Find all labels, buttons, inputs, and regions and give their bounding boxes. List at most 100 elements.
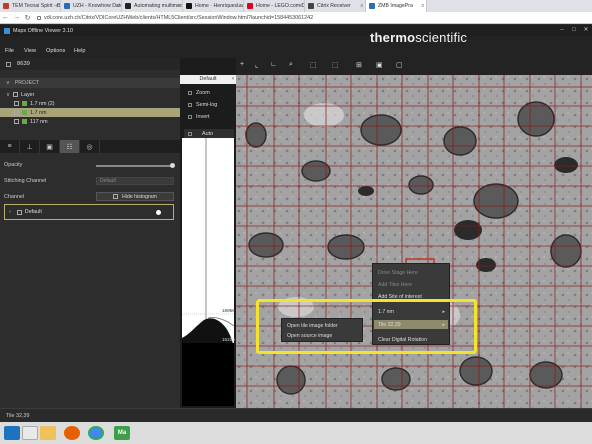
frame-icon[interactable]: ▣ bbox=[376, 61, 383, 69]
close-tab-icon[interactable]: x bbox=[422, 3, 425, 9]
brand-logo: thermoscientific bbox=[370, 30, 467, 45]
layer-checkbox[interactable] bbox=[14, 119, 19, 124]
histogram-option[interactable]: Invert bbox=[188, 114, 209, 120]
chevron-down-icon: ∨ bbox=[6, 80, 10, 86]
layer-row[interactable]: 1.7 nm (2) bbox=[0, 99, 180, 108]
menu-bar: File View Options Help bbox=[0, 36, 592, 58]
app-icon bbox=[4, 27, 10, 34]
histogram-icon bbox=[113, 194, 119, 199]
forward-icon[interactable]: → bbox=[11, 14, 22, 21]
histogram-tab[interactable]: Default bbox=[180, 75, 236, 84]
browser-tab[interactable]: Automating multimodal mix bbox=[122, 0, 183, 12]
stitching-channel-select[interactable]: Default bbox=[96, 177, 174, 185]
menu-file[interactable]: File bbox=[5, 48, 14, 54]
stitching-channel-label: Stitching Channel bbox=[4, 178, 47, 184]
layer-label: 1.7 nm bbox=[30, 109, 47, 116]
browser-tab[interactable]: Citrix Receiver x bbox=[305, 0, 366, 12]
layers-icon[interactable]: ≡ bbox=[0, 140, 20, 153]
address-bar: ← → ↻ vdi.core.uzh.ch/Citrix/VDICoreUZHW… bbox=[0, 12, 592, 24]
tab-favicon-icon bbox=[3, 3, 9, 9]
layer-row[interactable]: 1.7 nm bbox=[0, 108, 180, 117]
close-tab-icon[interactable]: x bbox=[239, 3, 242, 9]
histogram-option[interactable]: Semi-log bbox=[188, 102, 217, 108]
menu-help[interactable]: Help bbox=[74, 48, 86, 54]
close-icon[interactable]: ✕ bbox=[580, 25, 592, 36]
collapse-icon[interactable]: ‹ bbox=[232, 76, 234, 82]
add-tiles-here-item[interactable]: Add Tiles Here bbox=[378, 282, 412, 288]
close-tab-icon[interactable]: x bbox=[56, 3, 59, 9]
maximize-icon[interactable]: □ bbox=[568, 25, 580, 36]
tab-title: Home - LEGO.com DE bbox=[256, 3, 305, 9]
back-icon[interactable]: ← bbox=[0, 14, 11, 21]
close-tab-icon[interactable]: x bbox=[117, 3, 120, 9]
auto-checkbox[interactable] bbox=[188, 131, 192, 136]
layer-checkbox[interactable] bbox=[14, 101, 19, 106]
browser-tab[interactable]: Home · HenriquesLab/Nanx bbox=[183, 0, 244, 12]
windows-start-icon[interactable] bbox=[4, 426, 20, 440]
panel-tool-tabs: ≡ ⊥ ▣ ☷ ◎ bbox=[0, 140, 180, 153]
histogram-plot[interactable]: 18956 15216 bbox=[182, 138, 235, 406]
channel-label: Channel bbox=[4, 194, 25, 200]
layer-swatch-icon bbox=[22, 110, 27, 115]
em-image-canvas[interactable] bbox=[236, 75, 592, 408]
compass-icon[interactable]: ◎ bbox=[80, 140, 100, 153]
browser-tab-strip: TEM Tecnai Spirit - Basic SexUZH - Knowh… bbox=[0, 0, 592, 12]
layer-checkbox[interactable] bbox=[12, 92, 18, 97]
chrome-icon[interactable] bbox=[88, 426, 104, 440]
tab-favicon-icon bbox=[369, 3, 375, 9]
project-id-row[interactable]: 8639 bbox=[0, 58, 180, 70]
close-tab-icon[interactable]: x bbox=[300, 3, 303, 9]
browser-tab[interactable]: TEM Tecnai Spirit - Basic Sex bbox=[0, 0, 61, 12]
histogram-option[interactable]: Zoom bbox=[188, 90, 210, 96]
channel-item-default[interactable]: › Default bbox=[4, 204, 174, 220]
browser-tab[interactable]: ZMB ImagePra x bbox=[366, 0, 427, 12]
window-controls: – □ ✕ bbox=[556, 25, 592, 36]
auto-button[interactable]: Auto bbox=[184, 129, 234, 138]
drive-stage-here-item[interactable]: Drive Stage Here bbox=[378, 270, 418, 276]
tab-title: UZH - Knowhow Datenbank bbox=[73, 3, 121, 9]
menu-view[interactable]: View bbox=[24, 48, 36, 54]
micrograph-image bbox=[236, 75, 592, 408]
firefox-icon[interactable] bbox=[64, 426, 80, 440]
screen: TEM Tecnai Spirit - Basic SexUZH - Knowh… bbox=[0, 0, 592, 444]
pin-icon[interactable]: ⊥ bbox=[20, 140, 40, 153]
channel-checkbox[interactable] bbox=[16, 209, 22, 215]
zoom-icon[interactable]: ⌕ bbox=[289, 61, 293, 69]
reload-icon[interactable]: ↻ bbox=[22, 14, 33, 22]
brand-prefix: thermo bbox=[370, 30, 416, 45]
close-tab-icon[interactable]: x bbox=[178, 3, 181, 9]
menu-options[interactable]: Options bbox=[46, 48, 65, 54]
maps-icon[interactable]: Ma bbox=[114, 426, 130, 440]
select-icon[interactable]: ⬚ bbox=[310, 61, 317, 69]
chevron-down-icon[interactable]: ∨ bbox=[6, 92, 10, 98]
adjust-icon[interactable]: ☷ bbox=[60, 140, 80, 153]
layer-row[interactable]: ∨ Layer bbox=[0, 90, 180, 99]
layer-row[interactable]: 117 nm bbox=[0, 117, 180, 126]
snapshot-icon[interactable]: ⬚ bbox=[332, 61, 339, 69]
fit-icon[interactable]: ▢ bbox=[396, 61, 403, 69]
url-field[interactable]: vdi.core.uzh.ch/Citrix/VDICoreUZHWeb/cli… bbox=[37, 15, 313, 21]
close-tab-icon[interactable]: x bbox=[361, 3, 364, 9]
grid-icon[interactable]: ⊞ bbox=[356, 61, 362, 69]
measure-icon[interactable]: ⌞ bbox=[255, 61, 258, 69]
search-icon[interactable] bbox=[22, 426, 38, 440]
hide-histogram-button[interactable]: Hide histogram bbox=[96, 192, 174, 201]
browser-tab[interactable]: Home - LEGO.com DE x bbox=[244, 0, 305, 12]
opacity-slider-knob[interactable] bbox=[170, 163, 175, 168]
option-checkbox[interactable] bbox=[188, 115, 192, 119]
add-icon[interactable]: + bbox=[240, 61, 244, 68]
option-checkbox[interactable] bbox=[188, 91, 192, 95]
layer-checkbox[interactable] bbox=[14, 110, 19, 115]
angle-icon[interactable]: ∟ bbox=[270, 61, 277, 68]
channel-name: Default bbox=[24, 209, 42, 215]
taskbar: Ma bbox=[0, 422, 592, 444]
option-checkbox[interactable] bbox=[188, 103, 192, 107]
image-icon[interactable]: ▣ bbox=[40, 140, 60, 153]
browser-tab[interactable]: UZH - Knowhow Datenbankx bbox=[61, 0, 122, 12]
channel-color-dot[interactable] bbox=[156, 210, 161, 215]
file-explorer-icon[interactable] bbox=[40, 426, 56, 440]
chevron-right-icon[interactable]: › bbox=[9, 209, 11, 215]
opacity-slider[interactable] bbox=[96, 163, 175, 168]
project-header[interactable]: ∨ PROJECT bbox=[0, 78, 180, 88]
minimize-icon[interactable]: – bbox=[556, 25, 568, 36]
